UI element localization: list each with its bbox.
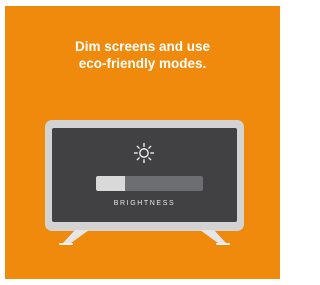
eco-tip-card: Dim screens and use eco-friendly modes.	[5, 6, 280, 279]
tv-screen: BRIGHTNESS	[52, 128, 237, 222]
brightness-slider[interactable]	[96, 176, 203, 191]
tv-stand	[59, 230, 230, 245]
brightness-label: BRIGHTNESS	[113, 200, 176, 207]
tv-illustration: BRIGHTNESS	[5, 6, 280, 279]
sun-brightness-icon	[133, 142, 155, 164]
brightness-slider-fill	[96, 176, 125, 191]
tv-bezel: BRIGHTNESS	[45, 120, 244, 231]
